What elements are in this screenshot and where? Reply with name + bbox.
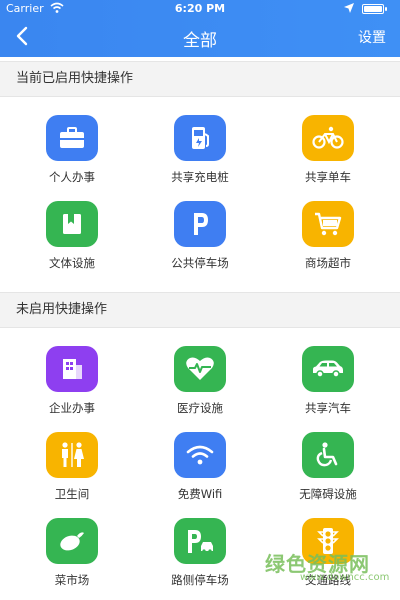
section-header-disabled: 未启用快捷操作	[0, 292, 400, 328]
wifi-icon	[174, 432, 226, 478]
action-label: 路侧停车场	[171, 573, 229, 587]
wheelchair-icon	[302, 432, 354, 478]
action-label: 商场超市	[305, 256, 351, 270]
action-mall-supermarket[interactable]: 商场超市	[278, 183, 378, 271]
action-accessibility[interactable]: 无障碍设施	[278, 414, 378, 502]
roadside-parking-icon	[174, 518, 226, 564]
heart-icon	[174, 346, 226, 392]
restroom-icon	[46, 432, 98, 478]
parking-icon	[174, 201, 226, 247]
status-bar: Carrier 6:20 PM	[0, 0, 400, 18]
car-icon	[302, 346, 354, 392]
action-vegetable-market[interactable]: 菜市场	[22, 500, 122, 588]
action-shared-charging[interactable]: 共享充电桩	[150, 97, 250, 185]
battery-icon	[362, 4, 387, 14]
action-medical-facilities[interactable]: 医疗设施	[150, 328, 250, 416]
settings-button[interactable]: 设置	[358, 27, 386, 47]
briefcase-icon	[46, 115, 98, 161]
action-personal-affairs[interactable]: 个人办事	[22, 97, 122, 185]
shopping-cart-icon	[302, 201, 354, 247]
action-roadside-parking[interactable]: 路侧停车场	[150, 500, 250, 588]
book-icon	[46, 201, 98, 247]
action-culture-sports[interactable]: 文体设施	[22, 183, 122, 271]
action-label: 公共停车场	[171, 256, 229, 270]
nav-bar: 全部 设置	[0, 18, 400, 57]
action-shared-bike[interactable]: 共享单车	[278, 97, 378, 185]
building-icon	[46, 346, 98, 392]
page-title: 全部	[183, 31, 217, 51]
bicycle-icon	[302, 115, 354, 161]
back-arrow-icon[interactable]	[10, 23, 36, 49]
watermark-url: www.downcc.com	[300, 572, 390, 583]
action-shared-car[interactable]: 共享汽车	[278, 328, 378, 416]
top-bar: Carrier 6:20 PM 全部 设置	[0, 0, 400, 57]
action-label: 文体设施	[49, 256, 95, 270]
action-free-wifi[interactable]: 免费Wifi	[150, 414, 250, 502]
charging-station-icon	[174, 115, 226, 161]
action-label: 菜市场	[54, 573, 90, 587]
action-restroom[interactable]: 卫生间	[22, 414, 122, 502]
section-header-enabled: 当前已启用快捷操作	[0, 61, 400, 97]
vegetable-icon	[46, 518, 98, 564]
status-time: 6:20 PM	[174, 2, 226, 15]
action-enterprise-affairs[interactable]: 企业办事	[22, 328, 122, 416]
location-arrow-icon	[344, 3, 354, 13]
action-public-parking[interactable]: 公共停车场	[150, 183, 250, 271]
